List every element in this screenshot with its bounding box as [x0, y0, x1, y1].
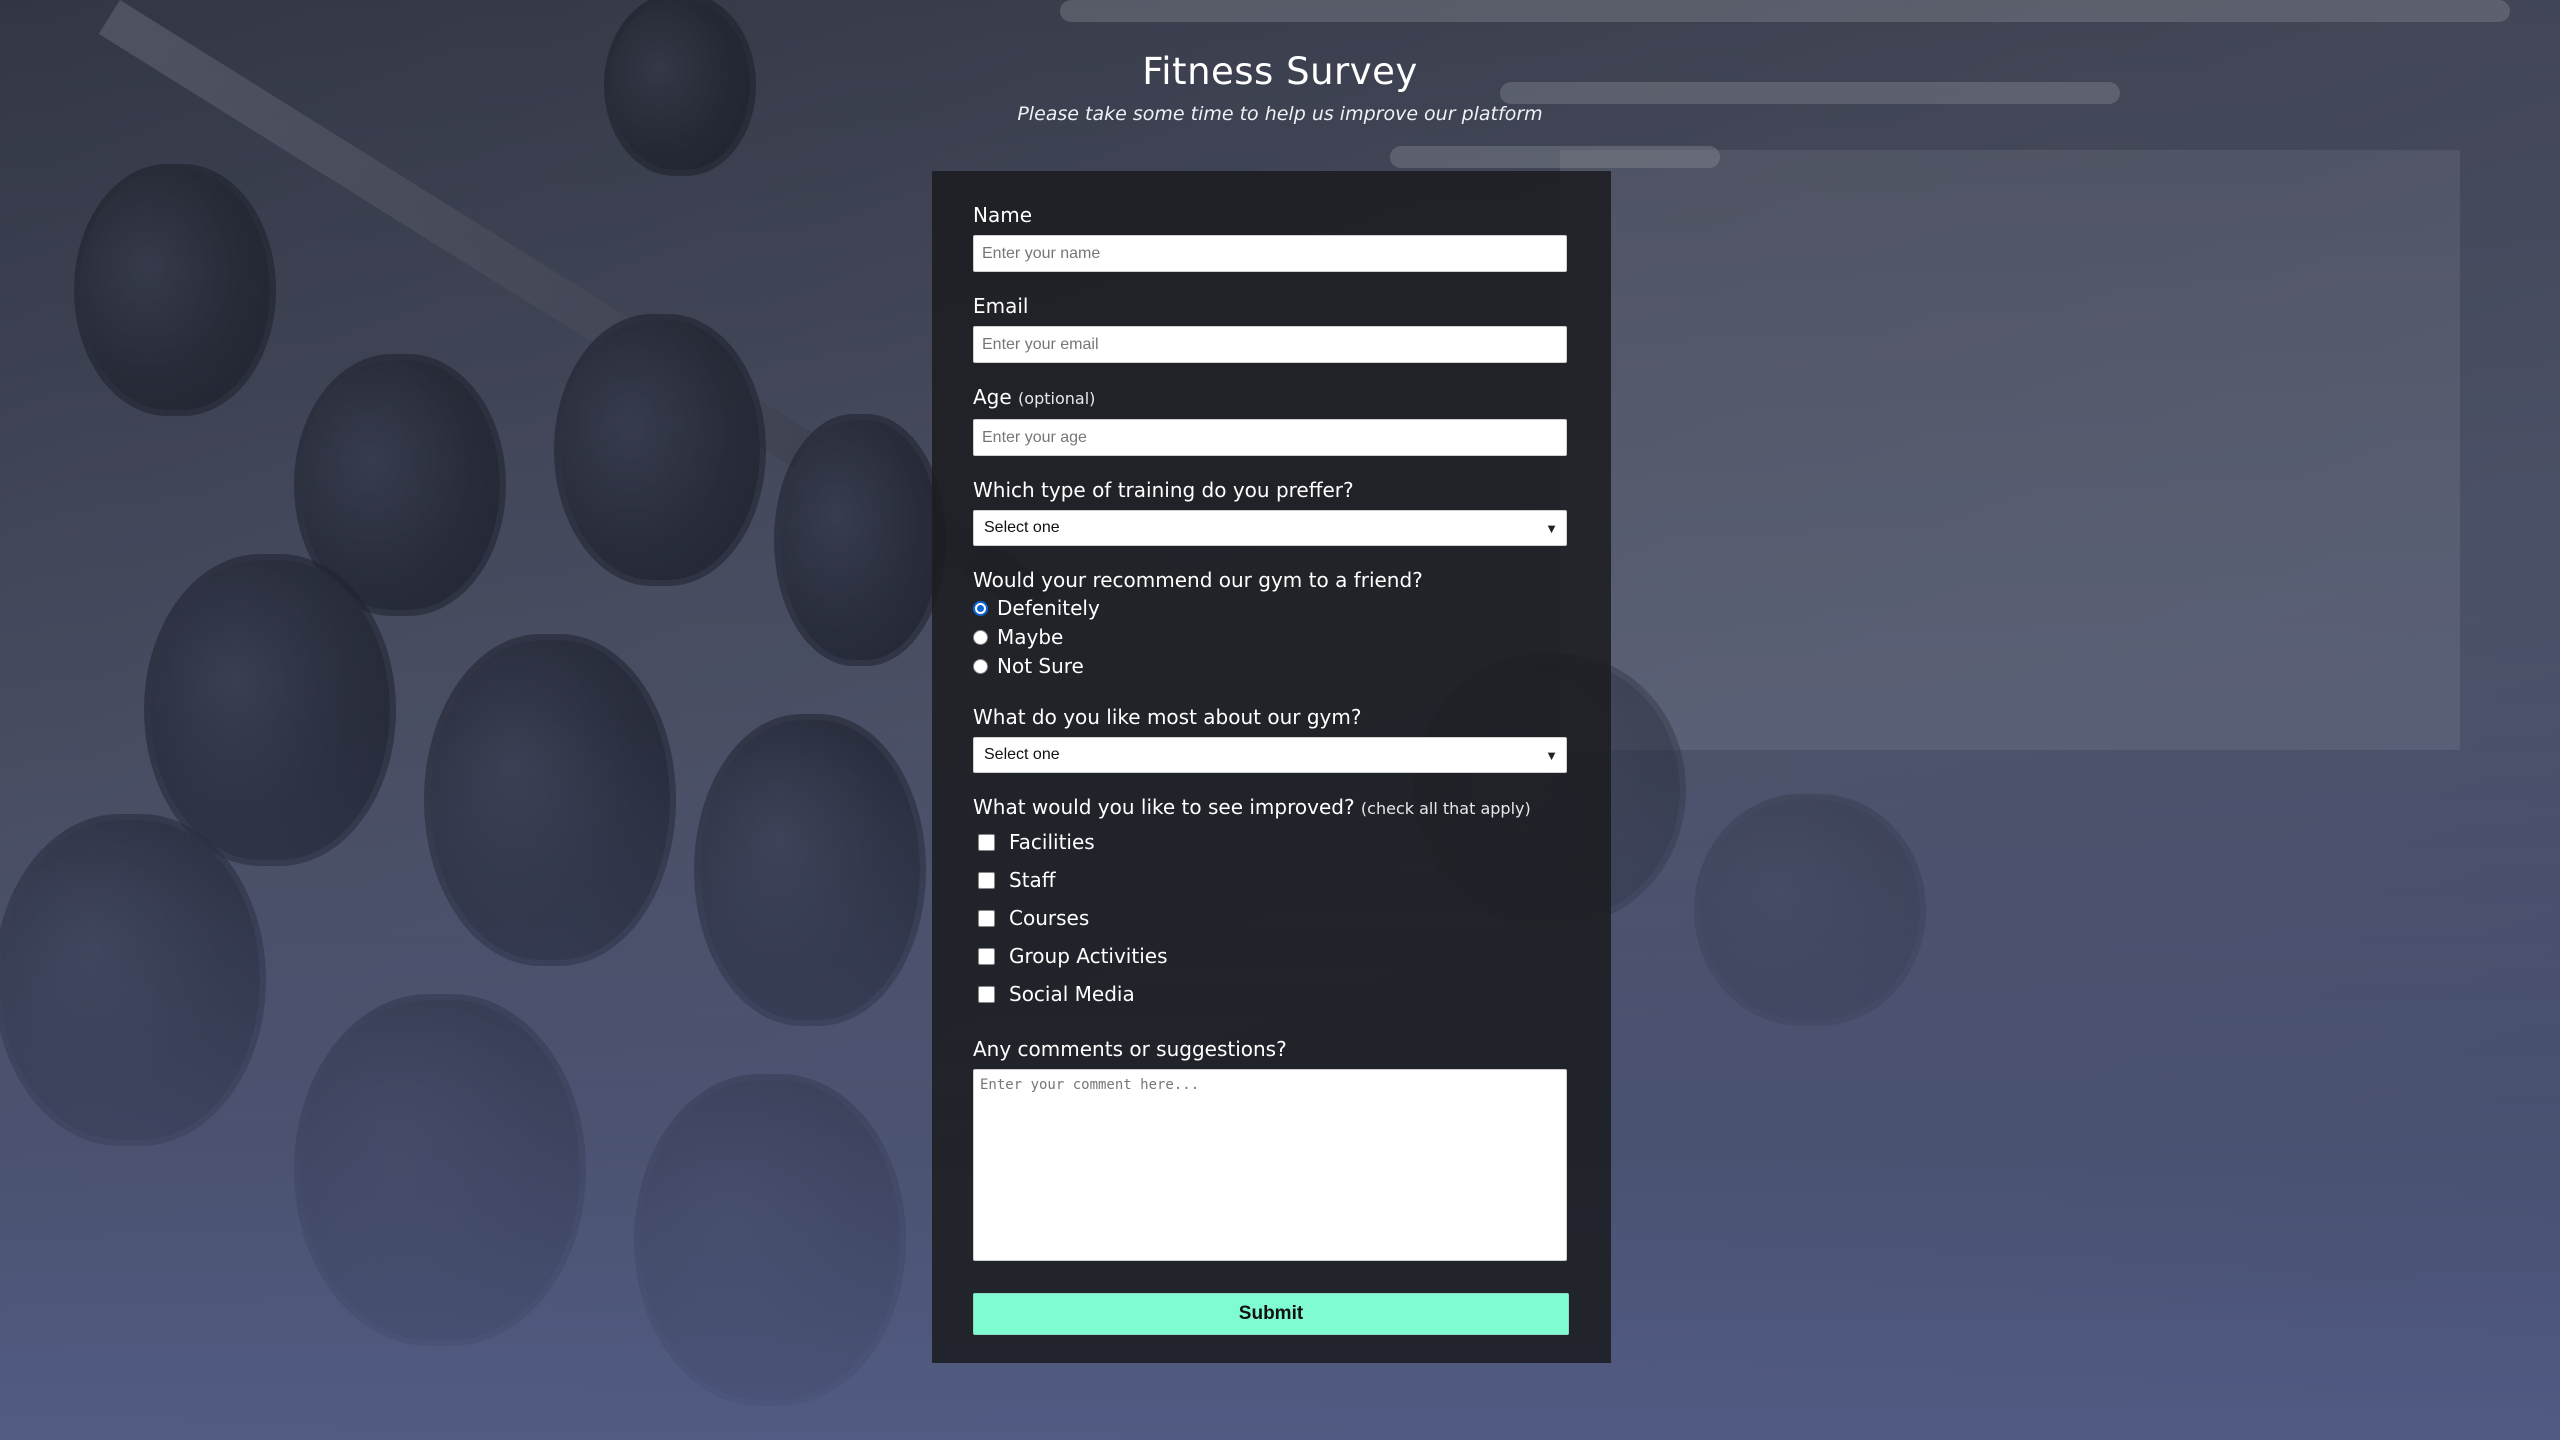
like-most-field-group: What do you like most about our gym? Sel…: [973, 703, 1569, 773]
chevron-down-icon: ▼: [1545, 747, 1558, 763]
improve-option-label: Courses: [1009, 906, 1090, 930]
comments-label: Any comments or suggestions?: [973, 1037, 1287, 1061]
recommend-option-not-sure[interactable]: Not Sure: [973, 652, 1569, 681]
recommend-field-group: Would your recommend our gym to a friend…: [973, 566, 1569, 681]
age-field-group: Age (optional): [973, 383, 1569, 456]
radio-button[interactable]: [973, 630, 988, 645]
email-input[interactable]: [973, 326, 1567, 363]
checkbox[interactable]: [978, 947, 995, 965]
training-field-group: Which type of training do you preffer? S…: [973, 476, 1569, 546]
submit-button[interactable]: Submit: [973, 1293, 1569, 1335]
chevron-down-icon: ▼: [1545, 520, 1558, 536]
radio-button[interactable]: [973, 659, 988, 674]
improve-option-label: Staff: [1009, 868, 1056, 892]
age-input[interactable]: [973, 419, 1567, 456]
survey-form: Name Email Age (optional) Which type of …: [932, 171, 1611, 1363]
recommend-label: Would your recommend our gym to a friend…: [973, 568, 1423, 592]
improve-option-label: Social Media: [1009, 982, 1135, 1006]
improve-option-facilities[interactable]: Facilities: [973, 823, 1569, 861]
recommend-option-defenitely[interactable]: Defenitely: [973, 594, 1569, 623]
improve-option-courses[interactable]: Courses: [973, 899, 1569, 937]
training-select[interactable]: Select one ▼: [973, 510, 1567, 546]
recommend-option-label: Defenitely: [997, 596, 1100, 620]
name-field-group: Name: [973, 201, 1569, 272]
improve-option-group-activities[interactable]: Group Activities: [973, 937, 1569, 975]
age-label: Age (optional): [973, 383, 1569, 413]
comments-field-group: Any comments or suggestions?: [973, 1035, 1569, 1265]
name-input[interactable]: [973, 235, 1567, 272]
recommend-option-maybe[interactable]: Maybe: [973, 623, 1569, 652]
email-label: Email: [973, 294, 1029, 318]
improve-option-label: Facilities: [1009, 830, 1095, 854]
improve-field-group: What would you like to see improved? (ch…: [973, 793, 1569, 1013]
age-optional-hint: (optional): [1018, 389, 1096, 408]
improve-label: What would you like to see improved? (ch…: [973, 793, 1569, 823]
age-label-text: Age: [973, 385, 1012, 409]
training-select-value: Select one: [984, 519, 1060, 536]
page-subtitle: Please take some time to help us improve…: [1017, 103, 1543, 125]
name-label: Name: [973, 203, 1033, 227]
like-most-select-value: Select one: [984, 746, 1060, 763]
improve-label-text: What would you like to see improved?: [973, 795, 1355, 819]
training-label: Which type of training do you preffer?: [973, 478, 1354, 502]
like-most-label: What do you like most about our gym?: [973, 705, 1362, 729]
checkbox[interactable]: [978, 909, 995, 927]
radio-button-checked[interactable]: [973, 601, 988, 616]
recommend-option-label: Not Sure: [997, 654, 1084, 678]
email-field-group: Email: [973, 292, 1569, 363]
checkbox[interactable]: [978, 833, 995, 851]
survey-header: Fitness Survey Please take some time to …: [0, 50, 2560, 125]
improve-option-label: Group Activities: [1009, 944, 1168, 968]
page-title: Fitness Survey: [1142, 50, 1418, 93]
improve-option-staff[interactable]: Staff: [973, 861, 1569, 899]
checkbox[interactable]: [978, 871, 995, 889]
checkbox[interactable]: [978, 985, 995, 1003]
improve-option-social-media[interactable]: Social Media: [973, 975, 1569, 1013]
comments-textarea[interactable]: [973, 1069, 1567, 1261]
like-most-select[interactable]: Select one ▼: [973, 737, 1567, 773]
recommend-option-label: Maybe: [997, 625, 1064, 649]
improve-hint: (check all that apply): [1360, 799, 1531, 818]
